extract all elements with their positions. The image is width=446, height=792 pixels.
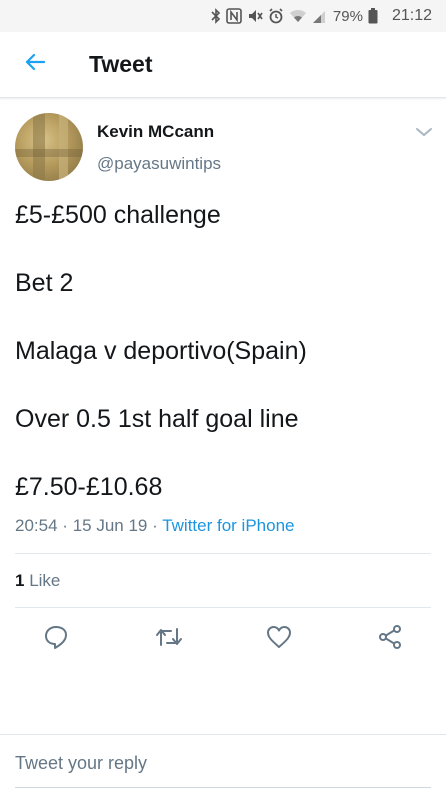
divider [15,607,431,608]
bluetooth-icon [211,8,221,24]
tweet-line: Malaga v deportivo(Spain) [15,337,307,365]
like-count: 1 [15,571,25,590]
heart-icon [266,625,292,654]
status-bar: 79% 21:12 [0,0,446,32]
reply-bar: Tweet your reply [0,734,446,792]
share-icon [377,624,403,655]
like-label: Like [29,571,61,590]
reply-underline [15,787,431,788]
divider [15,553,431,554]
battery-icon [368,8,378,24]
tweet-text: £5-£500 challenge Bet 2 Malaga v deporti… [15,198,425,538]
meta-separator: · [152,516,158,535]
tweet-actions [0,620,446,656]
tweet-line: £7.50-£10.68 [15,473,163,501]
status-icons: 79% [211,8,378,25]
likes-link[interactable]: 1 Like [15,571,60,591]
page-title: Tweet [89,51,153,77]
tweet-line: £5-£500 challenge [15,201,221,229]
tweet-date: 15 Jun 19 [72,516,148,535]
tweet-meta: 20:54 · 15 Jun 19 · Twitter for iPhone [15,516,294,536]
reply-input[interactable]: Tweet your reply [15,753,431,774]
meta-separator: · [62,516,68,535]
avatar[interactable] [15,113,83,181]
retweet-icon [155,625,183,654]
tweet-options-button[interactable] [412,122,436,146]
tweet-time: 20:54 [15,516,58,535]
wifi-icon [289,8,307,24]
status-clock: 21:12 [391,7,432,24]
tweet-line: Over 0.5 1st half goal line [15,405,299,433]
like-button[interactable] [264,624,294,654]
author-handle[interactable]: @payasuwintips [97,154,221,174]
share-button[interactable] [375,624,405,654]
chevron-down-icon [415,125,433,143]
reply-button[interactable] [41,624,71,654]
arrow-left-icon [23,50,47,79]
reply-icon [43,624,69,655]
top-app-bar: Tweet [0,32,446,98]
retweet-button[interactable] [154,624,184,654]
battery-level: 79% [332,7,363,25]
tweet-line: Bet 2 [15,269,74,297]
nfc-icon [226,8,242,24]
back-button[interactable] [15,45,55,85]
alarm-icon [268,8,284,24]
signal-icon [312,8,326,24]
tweet-source-link[interactable]: Twitter for iPhone [162,516,294,535]
mute-icon [247,8,263,24]
author-name[interactable]: Kevin MCcann [97,122,214,142]
